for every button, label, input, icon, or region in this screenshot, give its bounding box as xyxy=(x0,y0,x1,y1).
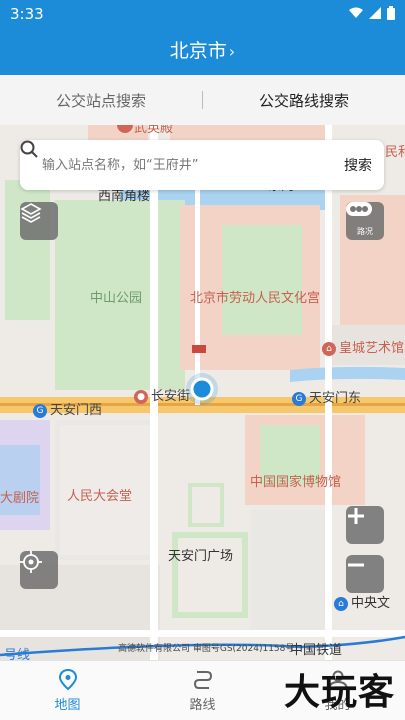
wifi-icon xyxy=(349,7,363,18)
map-label-square: 天安门广场 xyxy=(168,549,234,564)
search-mode-tabs: 公交站点搜索 公交路线搜索 xyxy=(0,75,405,125)
signal-icon xyxy=(369,7,381,19)
status-icons xyxy=(349,6,395,20)
route-icon xyxy=(193,670,212,689)
map-label-huangcheng: ⌂ 皇城艺术馆 xyxy=(322,337,404,356)
plus-icon xyxy=(348,508,364,524)
map-label-labor-palace: 北京市劳动人民文化宫 xyxy=(190,291,321,306)
layers-icon xyxy=(20,203,42,223)
search-icon xyxy=(20,140,38,158)
locate-button[interactable] xyxy=(20,551,58,589)
nav-label-map: 地图 xyxy=(54,697,81,713)
city-name: 北京市 xyxy=(169,40,227,62)
map-label-central-art: ⌂ 中央文 xyxy=(334,592,390,611)
map-attribution: 高德软件有限公司 审图号GS(2024)1158号 xyxy=(118,644,295,654)
station-search-bar: 搜索 xyxy=(20,140,384,190)
layers-button[interactable] xyxy=(20,202,58,240)
search-button[interactable]: 搜索 xyxy=(344,155,372,175)
map-label-tiananmen-west: G 天安门西 xyxy=(33,399,102,418)
museum-icon: ⌂ xyxy=(334,596,348,611)
map-label-zhongshan-park: 中山公园 xyxy=(90,291,143,306)
map-label-changanjie: ● 长安街 xyxy=(134,385,190,404)
subway-icon: G xyxy=(33,403,47,418)
minus-icon xyxy=(348,563,364,567)
tab-station-search[interactable]: 公交站点搜索 xyxy=(0,90,202,111)
traffic-label: 路况 xyxy=(357,227,373,236)
nav-item-map[interactable]: 地图 xyxy=(0,661,135,720)
map-view[interactable]: 武英殿 西南角楼 中山公园 北京市劳动人民文化宫 ⌂ 皇城艺术馆 ● 长安街 G 天安… xyxy=(0,125,405,660)
app-header: 3:33 北京市 › xyxy=(0,0,405,75)
map-pin-icon xyxy=(58,668,77,690)
chevron-right-icon: › xyxy=(228,42,236,61)
status-time: 3:33 xyxy=(10,5,44,23)
locate-icon xyxy=(20,551,42,573)
nav-label-route: 路线 xyxy=(189,697,216,713)
map-label-wuying: 武英殿 xyxy=(134,125,174,136)
map-label-minzu: 民和 xyxy=(385,145,405,160)
poi-icon: ● xyxy=(134,389,148,404)
museum-icon: ⌂ xyxy=(322,341,336,356)
tab-route-search[interactable]: 公交路线搜索 xyxy=(203,90,405,111)
traffic-button[interactable]: 路况 xyxy=(346,202,384,240)
zoom-out-button[interactable] xyxy=(346,555,384,593)
map-label-line1: 号线 xyxy=(4,648,31,660)
zoom-in-button[interactable] xyxy=(346,506,384,544)
city-selector[interactable]: 北京市 › xyxy=(0,36,405,63)
map-label-theatre: 大剧院 xyxy=(0,491,40,506)
map-label-tiananmen-east: G 天安门东 xyxy=(292,387,361,406)
map-label-national-museum: 中国国家博物馆 xyxy=(250,475,342,490)
map-label-railway: 中国铁道 xyxy=(290,643,343,658)
nav-item-route[interactable]: 路线 xyxy=(135,661,270,720)
map-label-great-hall: 人民大会堂 xyxy=(67,489,133,504)
subway-icon: G xyxy=(292,391,306,406)
battery-icon xyxy=(387,6,395,20)
station-search-input[interactable] xyxy=(42,157,344,173)
traffic-icon xyxy=(346,202,372,216)
watermark: 大玩客 xyxy=(283,671,395,713)
